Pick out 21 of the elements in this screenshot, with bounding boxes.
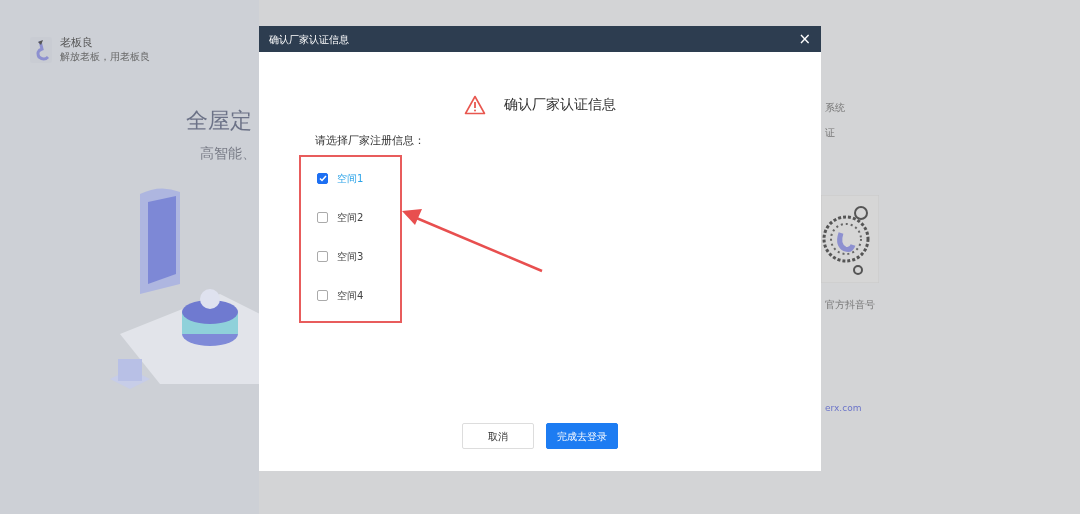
login-button[interactable]: 完成去登录 [546, 423, 618, 449]
checkbox-option[interactable]: 空间3 [301, 236, 400, 276]
checkbox[interactable] [317, 250, 328, 262]
dialog-title: 确认厂家认证信息 [269, 32, 349, 47]
brand-name: 老板良 [60, 36, 94, 50]
side-title: 系统 [825, 101, 846, 115]
dialog-heading: 确认厂家认证信息 [504, 95, 616, 114]
hero-title: 全屋定 [186, 107, 253, 136]
side-subtitle: 证 [825, 126, 836, 140]
qr-caption: 官方抖音号 [825, 298, 876, 312]
cancel-button[interactable]: 取消 [462, 423, 534, 449]
checkbox[interactable] [317, 211, 328, 223]
checkbox-option[interactable]: 空间2 [301, 197, 400, 237]
checkbox-option[interactable]: 空间4 [301, 275, 400, 315]
hero-subtitle: 高智能、 [200, 144, 257, 164]
brand-slogan: 解放老板，用老板良 [60, 50, 150, 65]
prompt-text: 请选择厂家注册信息： [315, 133, 426, 148]
checkbox[interactable] [317, 289, 328, 301]
checkbox[interactable] [317, 172, 328, 184]
close-button[interactable]: × [798, 31, 811, 47]
warning-icon [464, 94, 486, 115]
